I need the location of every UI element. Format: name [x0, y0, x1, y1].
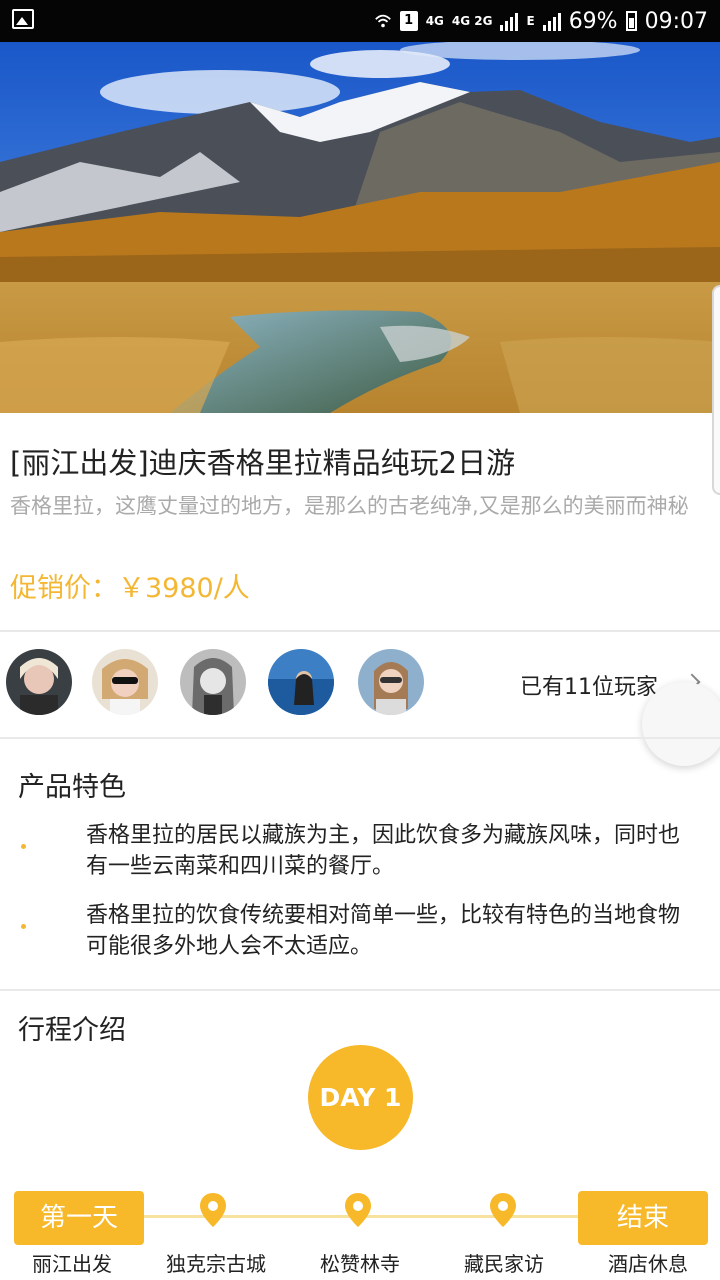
sim-slot-badge: 1 — [399, 11, 418, 31]
bullet-icon — [21, 844, 26, 849]
stop-label: 松赞林寺 — [320, 1252, 400, 1276]
players-count[interactable]: 已有11位玩家 — [520, 669, 658, 701]
mountain-landscape-image — [0, 42, 720, 413]
floating-action-button[interactable] — [642, 682, 720, 766]
features-title: 产品特色 — [18, 772, 126, 803]
divider — [0, 989, 720, 991]
players-row[interactable]: 已有11位玩家 — [0, 633, 720, 737]
bullet-icon — [21, 924, 26, 929]
network-type-a: 4G — [425, 14, 444, 28]
stop-label: 酒店休息 — [608, 1252, 688, 1276]
stop-label: 丽江出发 — [32, 1252, 112, 1276]
feature-text: 香格里拉的饮食传统要相对简单一些，比较有特色的当地食物可能很多外地人会不太适应。 — [86, 903, 681, 959]
signal-icon — [500, 11, 519, 31]
hero-image[interactable] — [0, 42, 720, 413]
battery-percent: 69% — [568, 8, 618, 34]
location-pin-icon — [200, 1193, 226, 1227]
avatar[interactable] — [358, 649, 424, 715]
product-subtitle: 香格里拉，这鹰丈量过的地方，是那么的古老纯净,又是那么的美丽而神秘 — [10, 494, 689, 518]
avatar[interactable] — [6, 649, 72, 715]
itinerary-title: 行程介绍 — [18, 1015, 126, 1046]
divider — [0, 630, 720, 632]
network-type-b: 4G 2G — [451, 14, 493, 28]
avatar[interactable] — [268, 649, 334, 715]
end-button[interactable]: 结束 — [578, 1191, 708, 1245]
stop-label: 藏民家访 — [464, 1252, 544, 1276]
clock: 09:07 — [644, 8, 708, 34]
avatar[interactable] — [92, 649, 158, 715]
battery-icon — [625, 11, 637, 31]
location-pin-icon — [490, 1193, 516, 1227]
side-drawer-handle[interactable] — [712, 285, 720, 495]
signal-strength-icon — [542, 11, 561, 31]
product-title: [丽江出发]迪庆香格里拉精品纯玩2日游 — [10, 446, 516, 480]
gallery-notification-icon — [12, 9, 34, 29]
start-day-button[interactable]: 第一天 — [14, 1191, 144, 1245]
stop-label: 独克宗古城 — [166, 1252, 266, 1276]
location-pin-icon — [345, 1193, 371, 1227]
day-badge[interactable]: DAY 1 — [308, 1045, 413, 1150]
status-bar-right: 1 4G 4G 2G E 69% 09:07 — [374, 0, 708, 42]
divider — [0, 737, 720, 739]
status-bar: 1 4G 4G 2G E 69% 09:07 — [0, 0, 720, 42]
network-type-c: E — [526, 14, 535, 28]
feature-text: 香格里拉的居民以藏族为主，因此饮食多为藏族风味，同时也有一些云南菜和四川菜的餐厅… — [86, 823, 681, 879]
wifi-icon — [374, 14, 391, 28]
avatar[interactable] — [180, 649, 246, 715]
product-price: 促销价：￥3980/人 — [10, 573, 250, 604]
